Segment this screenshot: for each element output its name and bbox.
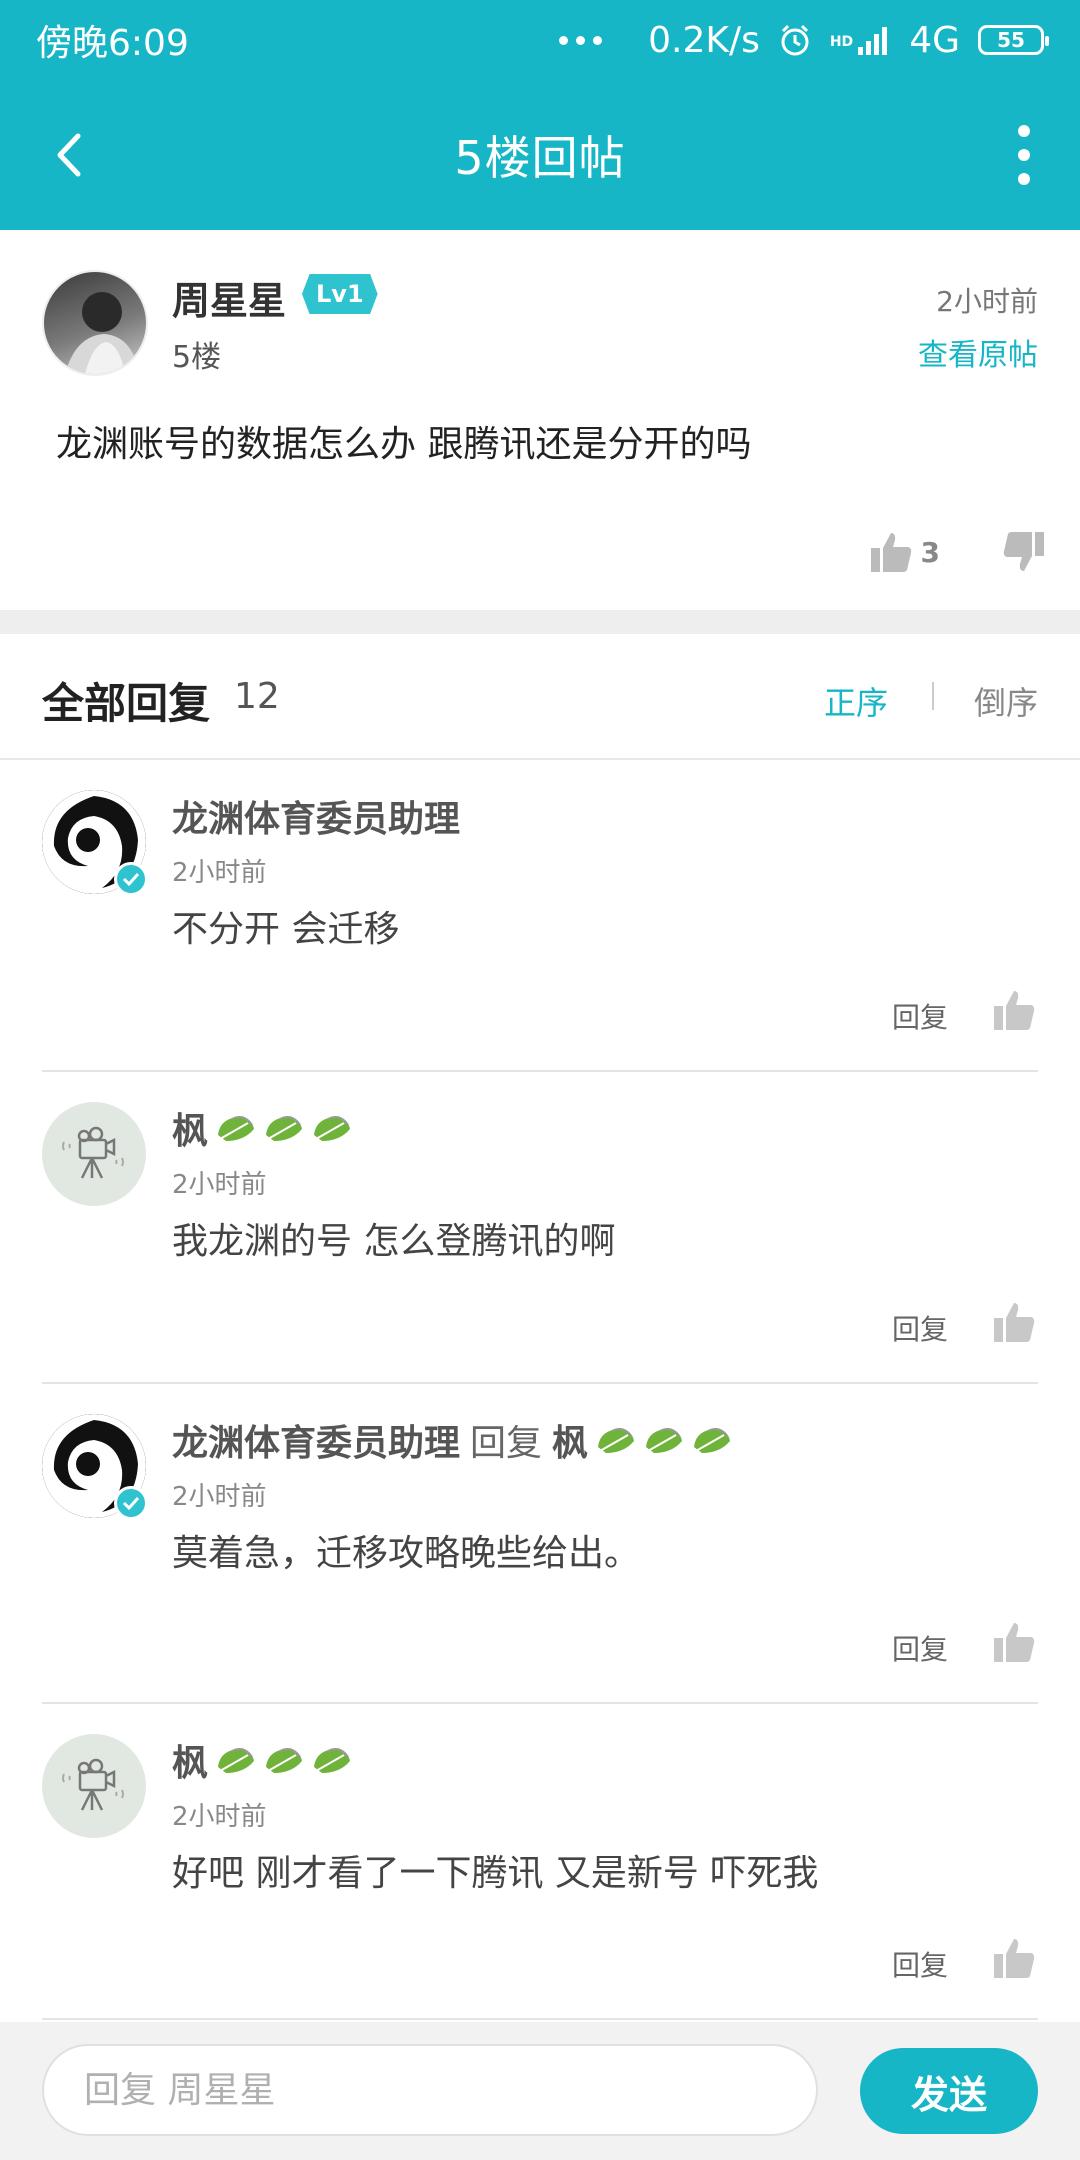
reply-button[interactable]: 回复 [892, 1308, 948, 1348]
reply-to-user[interactable]: 枫 [552, 1414, 588, 1466]
original-post: 周星星 Lv1 5楼 2小时前 查看原帖 龙渊账号的数据怎么办 跟腾讯还是分开的… [0, 230, 1080, 610]
back-arrow-icon[interactable] [40, 125, 100, 185]
avatar[interactable] [42, 1734, 146, 1838]
sort-divider [932, 682, 934, 710]
more-notifications-icon [559, 35, 603, 45]
thumbs-up-icon [994, 991, 1035, 1030]
reply-content: 好吧 刚才看了一下腾讯 又是新号 吓死我 [172, 1853, 819, 1894]
page-title: 5楼回帖 [454, 131, 626, 185]
thumbs-up-icon [994, 1623, 1035, 1662]
reply-author-name[interactable]: 龙渊体育委员助理 回复 枫 [172, 1414, 732, 1466]
avatar[interactable] [42, 1102, 146, 1206]
verified-badge-icon [114, 1486, 148, 1520]
post-floor: 5楼 [172, 340, 222, 375]
leaf-badge-icon [266, 1116, 303, 1141]
more-vertical-icon[interactable] [1014, 125, 1034, 185]
reply-content: 我龙渊的号 怎么登腾讯的啊 [172, 1221, 616, 1262]
replies-label: 全部回复 [42, 679, 211, 728]
divider [42, 2018, 1038, 2020]
thumbs-up-icon [994, 1939, 1035, 1978]
reply-button[interactable]: 回复 [892, 1944, 948, 1984]
leaf-badge-icon [266, 1748, 303, 1773]
avatar[interactable] [42, 270, 148, 376]
reply-time: 2小时前 [172, 858, 267, 888]
network-speed: 0.2K/s [648, 19, 760, 61]
post-author-name[interactable]: 周星星 [172, 270, 286, 325]
signal-icon [858, 27, 888, 55]
leaf-badge-icon [694, 1428, 731, 1453]
post-dislike-button[interactable] [1002, 530, 1046, 578]
reply-button[interactable]: 回复 [892, 1628, 948, 1668]
post-like-button[interactable]: 3 [869, 530, 940, 574]
list-item: 龙渊体育委员助理 2小时前 不分开 会迁移 回复 [0, 760, 1080, 1072]
leaf-badge-icon [314, 1748, 351, 1773]
send-button[interactable]: 发送 [860, 2048, 1038, 2134]
network-type: 4G [909, 19, 960, 61]
thumbs-up-icon [870, 533, 911, 572]
reply-author-name[interactable]: 龙渊体育委员助理 [172, 790, 460, 842]
status-icons: 0.2K/s HD 4G 55 [559, 19, 1049, 61]
reply-like-button[interactable] [992, 1936, 1036, 1984]
replies-header: 全部回复 12 正序 倒序 [0, 634, 1080, 760]
sort-descending-tab[interactable]: 倒序 [974, 678, 1038, 724]
thumbs-down-icon [1003, 532, 1044, 571]
post-like-count: 3 [920, 535, 940, 569]
list-item: 枫 2小时前 我龙渊的号 怎么登腾讯的啊 回复 [0, 1072, 1080, 1384]
verified-badge-icon [114, 862, 148, 896]
top-navbar: 5楼回帖 [0, 80, 1080, 230]
reply-content: 莫着急，迁移攻略晚些给出。 [172, 1533, 641, 1574]
replies-count: 12 [234, 676, 280, 717]
view-original-link[interactable]: 查看原帖 [918, 330, 1038, 374]
reply-time: 2小时前 [172, 1170, 267, 1200]
post-time: 2小时前 [936, 285, 1038, 318]
reply-like-button[interactable] [992, 988, 1036, 1036]
alarm-icon [781, 24, 809, 56]
reply-like-button[interactable] [992, 1300, 1036, 1348]
leaf-badge-icon [598, 1428, 635, 1453]
leaf-badge-icon [218, 1748, 255, 1773]
post-content: 龙渊账号的数据怎么办 跟腾讯还是分开的吗 [56, 424, 752, 465]
leaf-badge-icon [314, 1116, 351, 1141]
reply-like-button[interactable] [992, 1620, 1036, 1668]
status-bar: 傍晚6:09 0.2K/s HD 4G 55 [0, 0, 1080, 80]
reply-to-label: 回复 [470, 1423, 543, 1464]
reply-author-name[interactable]: 枫 [172, 1102, 352, 1154]
section-separator [0, 610, 1080, 634]
level-badge: Lv1 [302, 274, 378, 314]
reply-input[interactable] [42, 2044, 818, 2136]
reply-author-name[interactable]: 枫 [172, 1734, 352, 1786]
sort-ascending-tab[interactable]: 正序 [824, 678, 888, 724]
list-item: 枫 2小时前 好吧 刚才看了一下腾讯 又是新号 吓死我 回复 [0, 1704, 1080, 2020]
battery-level: 55 [997, 28, 1025, 52]
reply-content: 不分开 会迁移 [172, 909, 400, 950]
status-time: 傍晚6:09 [36, 23, 189, 64]
reply-button[interactable]: 回复 [892, 996, 948, 1036]
reply-composer: 发送 [0, 2022, 1080, 2160]
reply-time: 2小时前 [172, 1482, 267, 1512]
leaf-badge-icon [218, 1116, 255, 1141]
list-item: 龙渊体育委员助理 回复 枫 2小时前 莫着急，迁移攻略晚些给出。 回复 [0, 1384, 1080, 1704]
hd-label: HD [829, 33, 854, 50]
battery-icon: 55 [978, 25, 1049, 55]
leaf-badge-icon [646, 1428, 683, 1453]
thumbs-up-icon [994, 1303, 1035, 1342]
reply-time: 2小时前 [172, 1802, 267, 1832]
